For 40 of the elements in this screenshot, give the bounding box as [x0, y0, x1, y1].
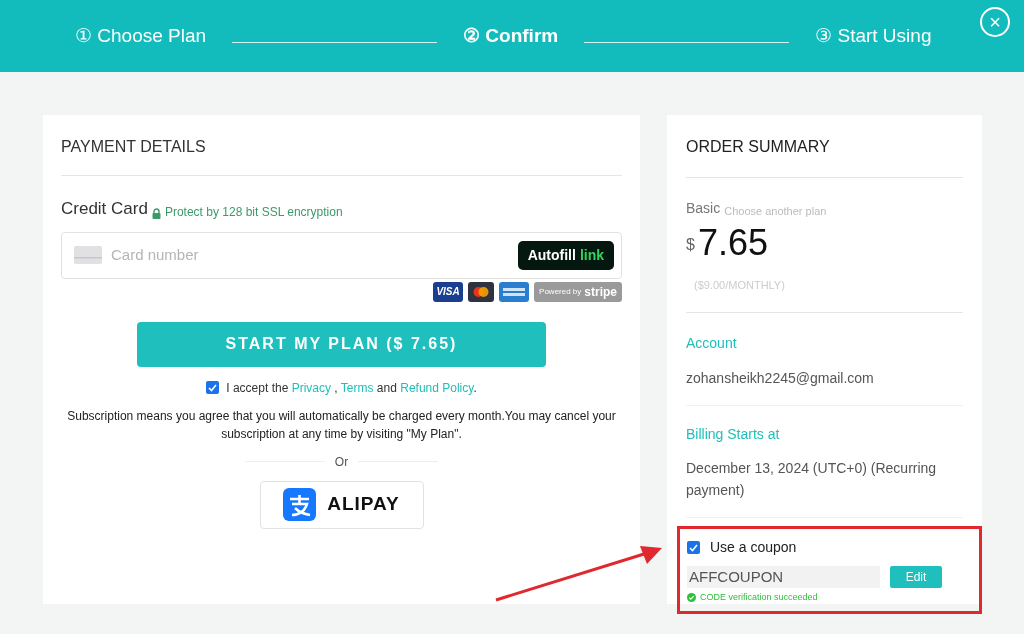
currency-symbol: $: [686, 235, 695, 255]
subscription-notice: Subscription means you agree that you will automatically be charged every month.You may cancel your subscription at any time by visiting "My Plan".: [66, 407, 617, 443]
period-text: .: [473, 380, 477, 395]
card-number-field[interactable]: Card number Autofill link: [61, 231, 622, 279]
section-title: ORDER SUMMARY: [686, 137, 831, 157]
separator-text: ,: [334, 380, 338, 395]
section-title: PAYMENT DETAILS: [61, 137, 207, 157]
step-label: ③ Start Using: [815, 23, 932, 48]
method-label: Credit Card: [61, 198, 148, 220]
coupon-label: Use a coupon: [710, 538, 797, 557]
choose-plan-link[interactable]: Choose another plan: [724, 202, 827, 219]
lock-icon: [151, 207, 161, 219]
edit-button[interactable]: Edit: [890, 566, 942, 588]
or-divider-text: Or: [334, 453, 349, 471]
visa-logo: VISA: [433, 281, 464, 302]
privacy-link[interactable]: Privacy: [291, 380, 331, 395]
step-label: ② Confirm: [463, 23, 559, 48]
accept-text: I accept the: [226, 380, 289, 395]
billing-date: December 13, 2024 (UTC+0) (Recurring payment): [686, 458, 938, 500]
alipay-icon: [283, 488, 317, 521]
terms-link[interactable]: Terms: [340, 380, 374, 395]
stripe-badge: Powered by stripe: [534, 281, 622, 302]
coupon-checkbox[interactable]: [687, 541, 700, 554]
account-email: zohansheikh2245@gmail.com: [686, 368, 875, 388]
billing-label: Billing Starts at: [686, 424, 781, 444]
close-button[interactable]: ×: [980, 7, 1010, 37]
alipay-button[interactable]: ALIPAY: [259, 480, 424, 529]
plan-name: Basic: [686, 199, 721, 218]
start-plan-button[interactable]: START MY PLAN ($ 7.65): [137, 321, 546, 367]
autofill-button[interactable]: Autofill link: [517, 240, 614, 270]
conjunction-text: and: [376, 380, 397, 395]
security-note: Protect by 128 bit SSL encryption: [164, 203, 343, 221]
price-amount: 7.65: [697, 225, 768, 261]
accept-checkbox[interactable]: [206, 381, 220, 394]
card-icon: [74, 246, 102, 264]
account-label: Account: [686, 333, 738, 353]
step-label: ① Choose Plan: [75, 23, 207, 48]
mastercard-logo: [468, 281, 495, 302]
coupon-field[interactable]: AFFCOUPON: [687, 566, 880, 588]
verification-message: CODE verification succeeded: [700, 591, 818, 604]
